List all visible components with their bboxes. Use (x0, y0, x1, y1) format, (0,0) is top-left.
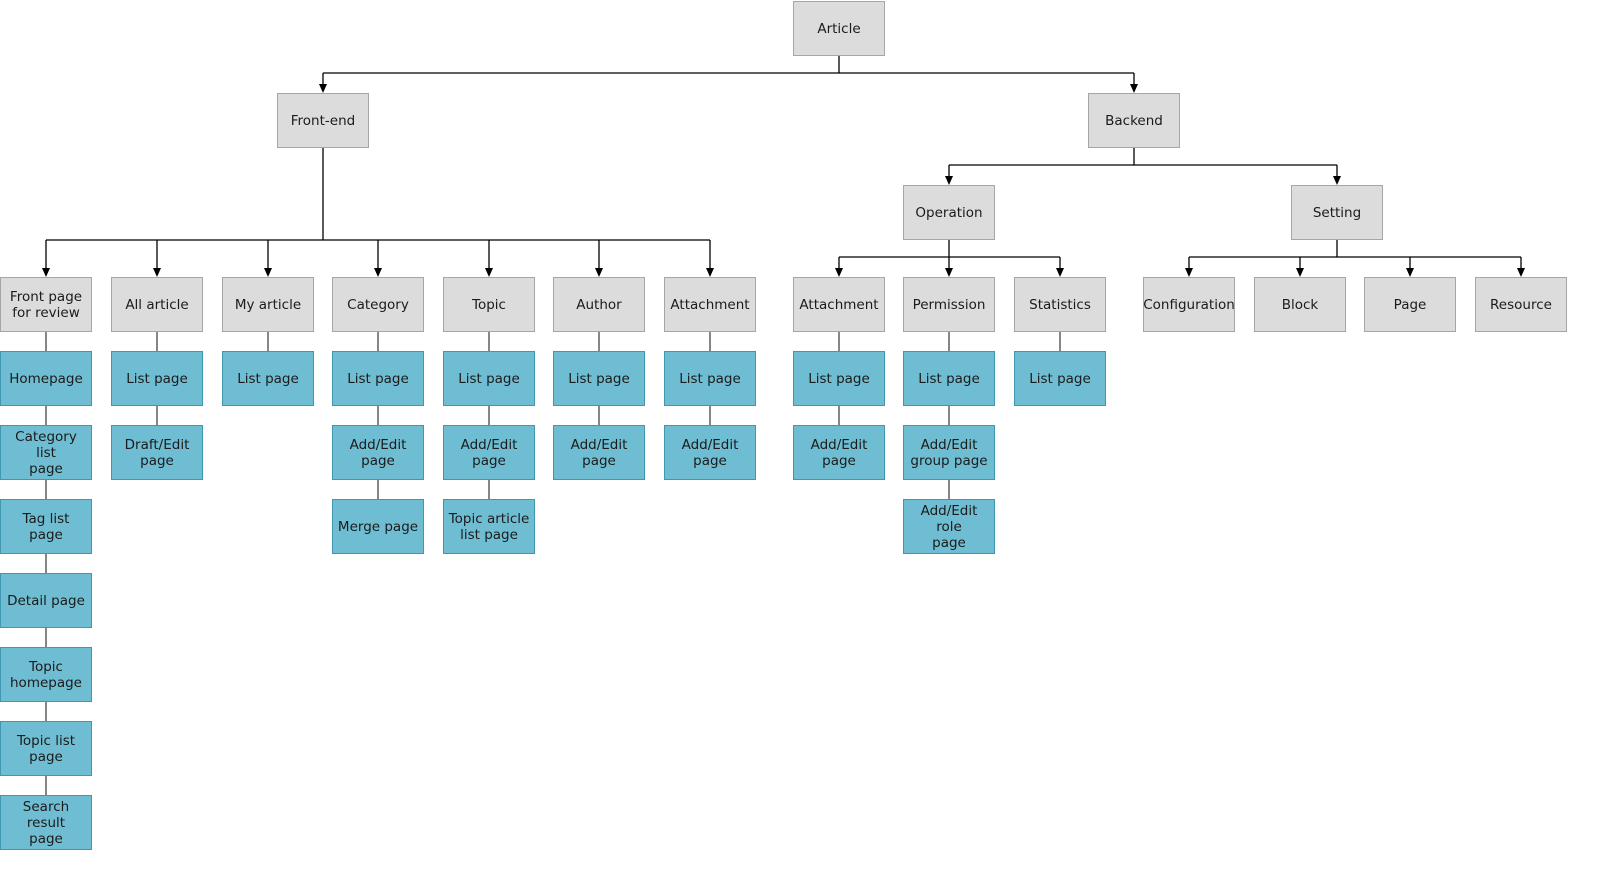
node-permission: Permission (903, 277, 995, 332)
page-node-list-page: List page (903, 351, 995, 406)
arrowhead-icon (945, 176, 953, 185)
page-node-add-edit-page: Add/Edit page (664, 425, 756, 480)
node-setting: Setting (1291, 185, 1383, 240)
page-node-draft-edit-page: Draft/Edit page (111, 425, 203, 480)
arrowhead-icon (485, 268, 493, 277)
node-operation: Operation (903, 185, 995, 240)
node-front-end: Front-end (277, 93, 369, 148)
node-front-page-for-review: Front page for review (0, 277, 92, 332)
org-chart: Article Front-end Backend Front page for re… (0, 0, 1607, 870)
page-node-list-page: List page (443, 351, 535, 406)
page-node-tag-list-page: Tag list page (0, 499, 92, 554)
node-category: Category (332, 277, 424, 332)
arrowhead-icon (1056, 268, 1064, 277)
node-statistics: Statistics (1014, 277, 1106, 332)
page-node-list-page: List page (793, 351, 885, 406)
page-node-topic-homepage: Topic homepage (0, 647, 92, 702)
page-node-category-list-page: Category list page (0, 425, 92, 480)
arrowhead-icon (1406, 268, 1414, 277)
arrowhead-icon (595, 268, 603, 277)
page-node-search-result-page: Search result page (0, 795, 92, 850)
page-node-add-edit-group-page: Add/Edit group page (903, 425, 995, 480)
page-node-detail-page: Detail page (0, 573, 92, 628)
arrowhead-icon (1185, 268, 1193, 277)
node-resource: Resource (1475, 277, 1567, 332)
node-page: Page (1364, 277, 1456, 332)
page-node-merge-page: Merge page (332, 499, 424, 554)
page-node-list-page: List page (222, 351, 314, 406)
node-my-article: My article (222, 277, 314, 332)
arrowhead-icon (835, 268, 843, 277)
node-block: Block (1254, 277, 1346, 332)
node-backend: Backend (1088, 93, 1180, 148)
arrowhead-icon (1296, 268, 1304, 277)
node-attachment: Attachment (793, 277, 885, 332)
page-node-list-page: List page (111, 351, 203, 406)
node-article: Article (793, 1, 885, 56)
node-attachment: Attachment (664, 277, 756, 332)
arrowhead-icon (1517, 268, 1525, 277)
page-node-add-edit-page: Add/Edit page (443, 425, 535, 480)
page-node-add-edit-page: Add/Edit page (553, 425, 645, 480)
arrowhead-icon (945, 268, 953, 277)
arrowhead-icon (319, 84, 327, 93)
page-node-list-page: List page (553, 351, 645, 406)
page-node-topic-article-list-page: Topic article list page (443, 499, 535, 554)
node-configuration: Configuration (1143, 277, 1235, 332)
node-topic: Topic (443, 277, 535, 332)
page-node-add-edit-role-page: Add/Edit role page (903, 499, 995, 554)
page-node-list-page: List page (664, 351, 756, 406)
page-node-add-edit-page: Add/Edit page (332, 425, 424, 480)
page-node-list-page: List page (332, 351, 424, 406)
page-node-add-edit-page: Add/Edit page (793, 425, 885, 480)
node-all-article: All article (111, 277, 203, 332)
arrowhead-icon (706, 268, 714, 277)
arrowhead-icon (153, 268, 161, 277)
arrowhead-icon (1130, 84, 1138, 93)
page-node-homepage: Homepage (0, 351, 92, 406)
page-node-topic-list-page: Topic list page (0, 721, 92, 776)
node-author: Author (553, 277, 645, 332)
arrowhead-icon (264, 268, 272, 277)
arrowhead-icon (1333, 176, 1341, 185)
page-node-list-page: List page (1014, 351, 1106, 406)
arrowhead-icon (374, 268, 382, 277)
arrowhead-icon (42, 268, 50, 277)
